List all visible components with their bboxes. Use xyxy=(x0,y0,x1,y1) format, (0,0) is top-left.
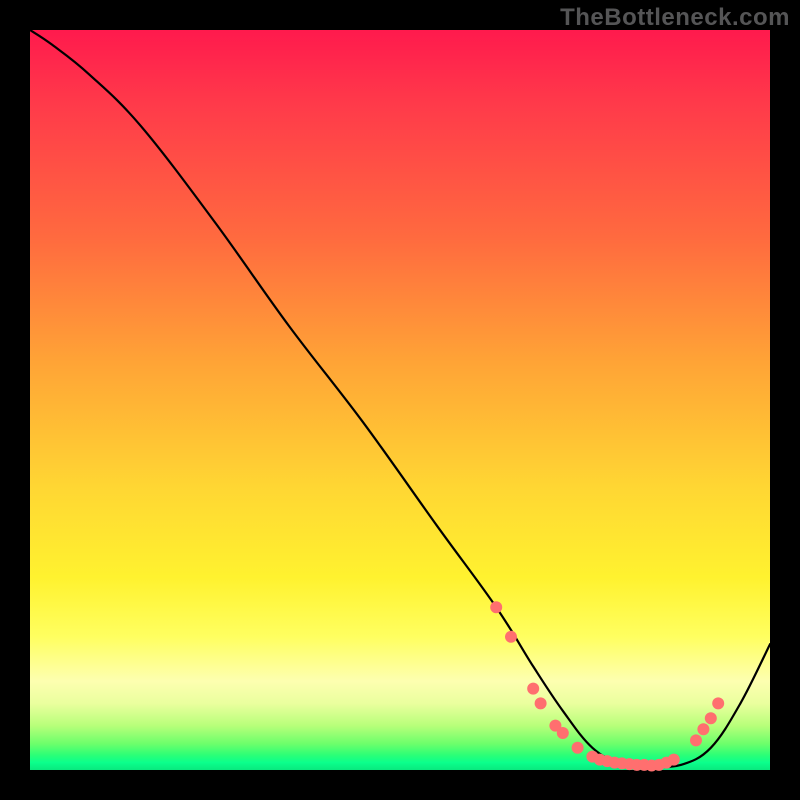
marker-dot xyxy=(712,697,724,709)
watermark-text: TheBottleneck.com xyxy=(560,4,790,32)
chart-svg xyxy=(30,30,770,770)
chart-frame: TheBottleneck.com xyxy=(0,0,800,800)
marker-dot xyxy=(668,754,680,766)
plot-area xyxy=(30,30,770,770)
marker-group xyxy=(490,601,724,771)
marker-dot xyxy=(705,712,717,724)
curve-path xyxy=(30,30,770,767)
marker-dot xyxy=(527,683,539,695)
marker-dot xyxy=(557,727,569,739)
marker-dot xyxy=(535,697,547,709)
marker-dot xyxy=(490,601,502,613)
marker-dot xyxy=(697,723,709,735)
marker-dot xyxy=(505,631,517,643)
marker-dot xyxy=(572,742,584,754)
marker-dot xyxy=(690,734,702,746)
